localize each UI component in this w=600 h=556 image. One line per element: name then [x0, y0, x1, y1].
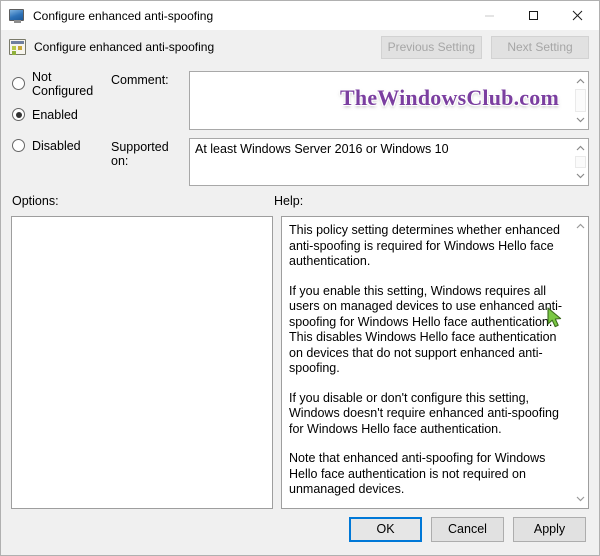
supported-on-label: Supported on:: [111, 140, 169, 168]
close-button[interactable]: [555, 1, 599, 30]
help-paragraph: If you enable this setting, Windows requ…: [289, 283, 563, 376]
ok-button[interactable]: OK: [349, 516, 422, 542]
help-label: Help:: [274, 194, 304, 208]
policy-setting-icon: [9, 39, 26, 55]
help-pane-content: This policy setting determines whether e…: [282, 217, 571, 508]
comment-field-row: Comment: TheWindowsClub.com: [111, 71, 589, 130]
comment-label: Comment:: [111, 73, 169, 87]
comment-box[interactable]: TheWindowsClub.com: [189, 71, 589, 130]
help-paragraph: This policy setting determines whether e…: [289, 223, 560, 268]
radio-mark-not-configured[interactable]: [12, 77, 25, 90]
supported-on-value: At least Windows Server 2016 or Windows …: [195, 142, 449, 156]
metadata-fields: Comment: TheWindowsClub.com Supported on…: [111, 64, 589, 194]
scroll-down-icon[interactable]: [572, 169, 589, 183]
comment-textarea[interactable]: TheWindowsClub.com: [190, 72, 571, 129]
radio-label-enabled: Enabled: [32, 107, 78, 122]
watermark-text: TheWindowsClub.com: [340, 85, 559, 110]
scroll-up-icon[interactable]: [572, 219, 589, 233]
supported-on-scrollbar[interactable]: [571, 139, 588, 185]
supported-on-content: At least Windows Server 2016 or Windows …: [190, 139, 571, 185]
scroll-down-icon[interactable]: [572, 113, 589, 127]
radio-disabled[interactable]: Disabled: [12, 133, 111, 158]
options-pane[interactable]: [11, 216, 273, 509]
setting-title: Configure enhanced anti-spoofing: [34, 40, 215, 54]
radio-not-configured[interactable]: Not Configured: [12, 69, 111, 98]
previous-setting-button[interactable]: Previous Setting: [380, 35, 482, 59]
supported-field-row: Supported on: At least Windows Server 20…: [111, 138, 589, 186]
comment-scrollbar[interactable]: [571, 72, 588, 129]
radio-enabled[interactable]: Enabled: [12, 102, 111, 127]
window-title: Configure enhanced anti-spoofing: [33, 8, 214, 23]
group-policy-setting-dialog: Configure enhanced anti-spoofing Configu…: [0, 0, 600, 556]
help-scrollbar[interactable]: [571, 217, 588, 508]
window-controls: [467, 1, 599, 30]
comment-scroll-track[interactable]: [574, 89, 586, 112]
help-pane: This policy setting determines whether e…: [281, 216, 589, 509]
minimize-button[interactable]: [467, 1, 511, 30]
radio-label-not-configured: Not Configured: [32, 69, 94, 98]
options-label: Options:: [12, 194, 59, 208]
supported-on-box: At least Windows Server 2016 or Windows …: [189, 138, 589, 186]
scroll-up-icon[interactable]: [572, 74, 589, 88]
help-paragraph: Note that enhanced anti-spoofing for Win…: [289, 451, 546, 496]
options-pane-content: [12, 217, 272, 508]
next-setting-button[interactable]: Next Setting: [491, 35, 589, 59]
scroll-down-icon[interactable]: [572, 492, 589, 506]
maximize-button[interactable]: [511, 1, 555, 30]
pane-labels: Options: Help:: [1, 194, 599, 216]
scroll-up-icon[interactable]: [572, 141, 589, 155]
radio-label-disabled: Disabled: [32, 138, 81, 153]
apply-button[interactable]: Apply: [513, 516, 586, 542]
dialog-footer: OK Cancel Apply: [1, 509, 599, 555]
help-scroll-track[interactable]: [574, 234, 586, 491]
help-paragraph: If you disable or don't configure this s…: [289, 390, 559, 436]
setting-header: Configure enhanced anti-spoofing Previou…: [1, 30, 599, 64]
radio-mark-enabled[interactable]: [12, 108, 25, 121]
cancel-button[interactable]: Cancel: [431, 516, 504, 542]
state-radio-group: Not Configured Enabled Disabled: [1, 64, 111, 194]
radio-mark-disabled[interactable]: [12, 139, 25, 152]
setting-state-and-metadata: Not Configured Enabled Disabled Comment:…: [1, 64, 599, 194]
panes-container: This policy setting determines whether e…: [1, 216, 599, 509]
gpedit-window-icon: [9, 8, 25, 24]
title-bar: Configure enhanced anti-spoofing: [1, 1, 599, 30]
supported-on-scroll-track[interactable]: [574, 156, 586, 168]
